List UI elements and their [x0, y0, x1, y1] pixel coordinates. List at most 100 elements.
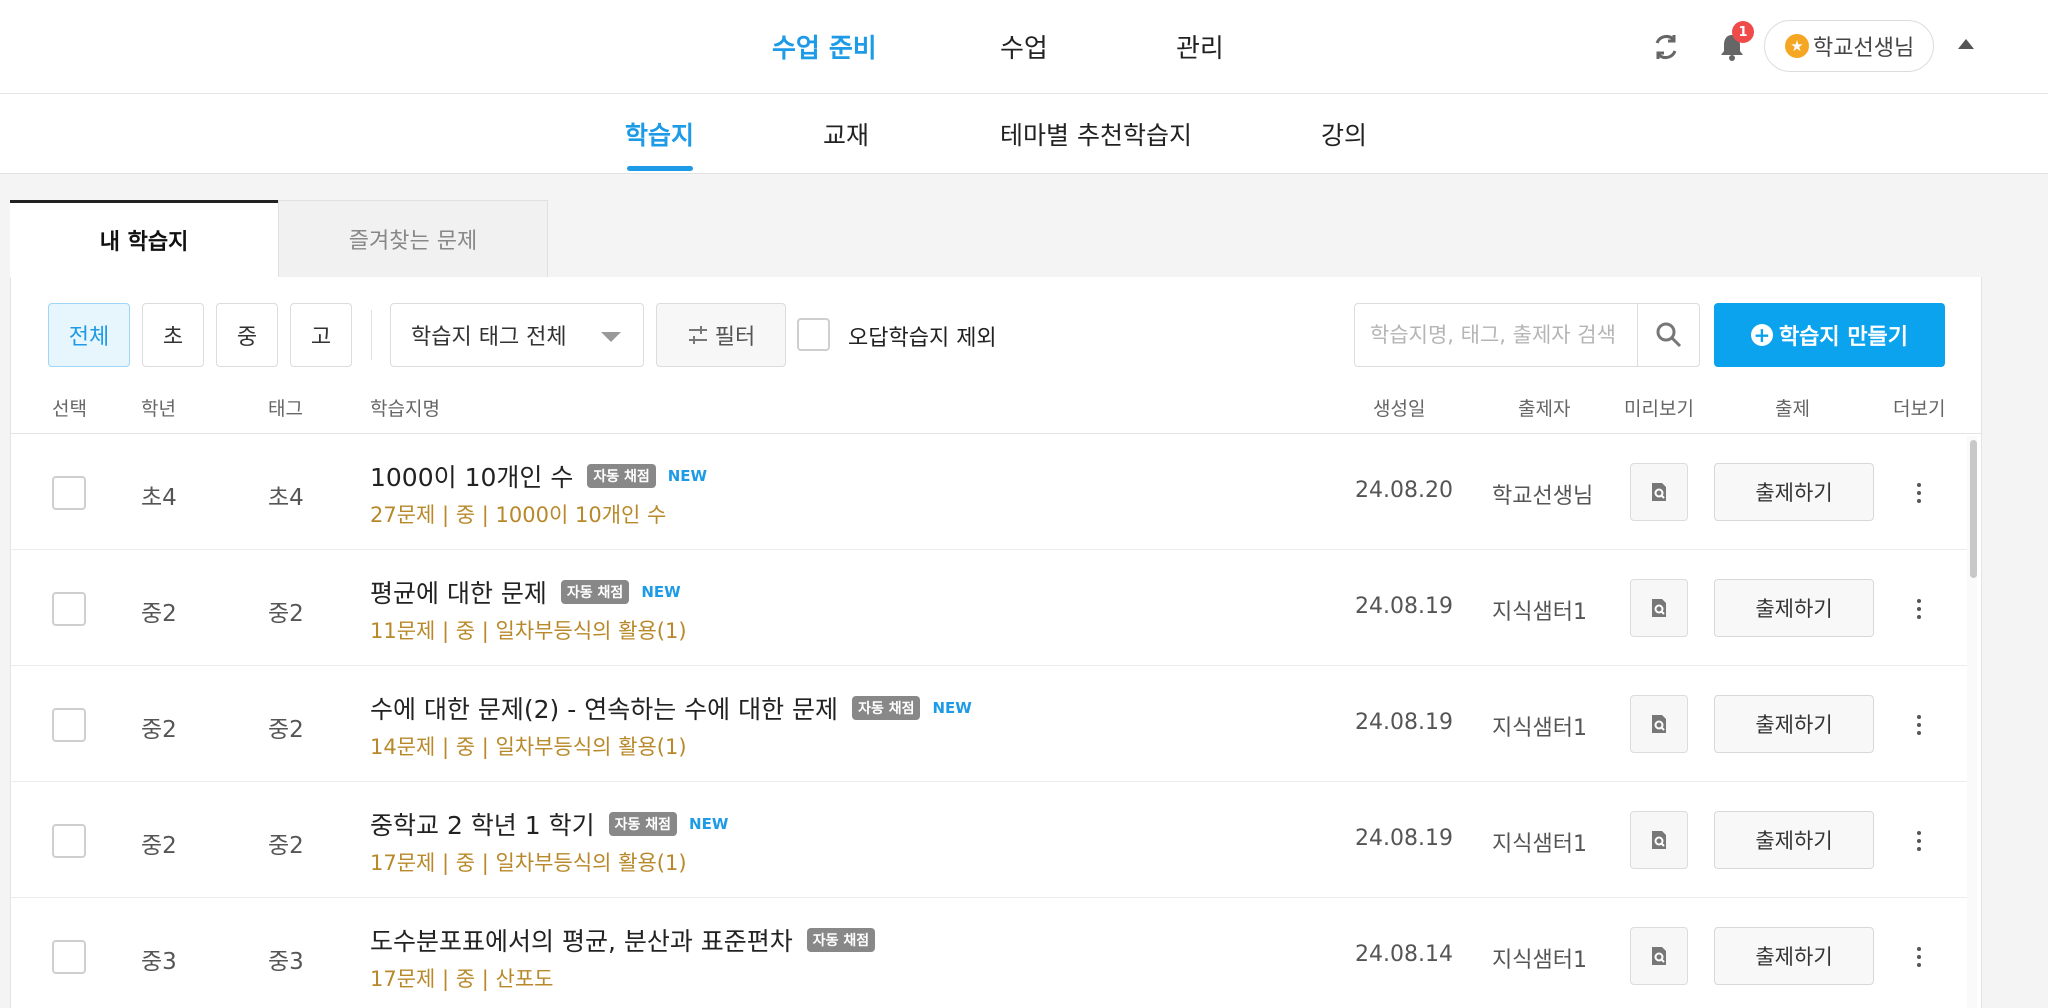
- plus-icon: +: [1750, 324, 1773, 346]
- preview-button[interactable]: [1630, 579, 1688, 637]
- tag-select[interactable]: 학습지 태그 전체: [390, 303, 644, 367]
- tag-select-value: 학습지 태그 전체: [411, 325, 567, 350]
- row-date: 24.08.19: [1355, 710, 1453, 735]
- caret-up-icon[interactable]: [1958, 39, 1974, 49]
- row-select-checkbox[interactable]: [52, 592, 86, 626]
- tab-favorite-questions[interactable]: 즐겨찾는 문제: [278, 200, 548, 277]
- sliders-icon: [688, 326, 707, 344]
- row-select-checkbox[interactable]: [52, 708, 86, 742]
- refresh-button[interactable]: [1646, 27, 1686, 67]
- row-grade: 초4: [141, 485, 177, 511]
- new-badge: NEW: [689, 815, 729, 833]
- sub-nav-lecture[interactable]: 강의: [1321, 116, 1367, 152]
- column-header-assign: 출제: [1775, 398, 1810, 420]
- row-title-wrap[interactable]: 중학교 2 학년 1 학기 자동 채점 NEW: [370, 806, 728, 842]
- row-meta: 17문제 | 중 | 일차부등식의 활용(1): [370, 851, 687, 875]
- preview-icon: [1652, 715, 1666, 733]
- nav-item-class[interactable]: 수업: [1000, 28, 1048, 65]
- row-title-wrap[interactable]: 평균에 대한 문제 자동 채점 NEW: [370, 574, 681, 610]
- row-meta: 14문제 | 중 | 일차부등식의 활용(1): [370, 735, 687, 759]
- row-date: 24.08.14: [1355, 942, 1453, 967]
- row-select-checkbox[interactable]: [52, 824, 86, 858]
- row-meta: 17문제 | 중 | 산포도: [370, 967, 554, 991]
- row-title-wrap[interactable]: 도수분포표에서의 평균, 분산과 표준편차 자동 채점: [370, 922, 876, 958]
- refresh-icon: [1655, 35, 1677, 59]
- column-header-preview: 미리보기: [1624, 398, 1694, 420]
- row-grade: 중2: [141, 601, 177, 627]
- row-tag: 중2: [268, 717, 304, 743]
- assign-button[interactable]: 출제하기: [1714, 695, 1874, 753]
- filter-button[interactable]: 필터: [656, 303, 786, 367]
- assign-button[interactable]: 출제하기: [1714, 579, 1874, 637]
- more-options-button[interactable]: [1910, 824, 1928, 858]
- notification-button[interactable]: 1: [1712, 21, 1754, 67]
- search-box: [1354, 303, 1700, 367]
- scrollbar-thumb[interactable]: [1970, 440, 1977, 578]
- nav-item-manage[interactable]: 관리: [1176, 28, 1224, 65]
- row-tag: 중2: [268, 833, 304, 859]
- auto-grading-badge: 자동 채점: [608, 812, 678, 836]
- row-title: 평균에 대한 문제: [370, 579, 547, 608]
- active-tab-underline: [627, 166, 693, 171]
- row-meta: 27문제 | 중 | 1000이 10개인 수: [370, 503, 667, 527]
- top-navigation-bar: 수업 준비 수업 관리 1 ★ 학교선생님: [0, 0, 2048, 94]
- auto-grading-badge: 자동 채점: [852, 696, 921, 720]
- preview-icon: [1652, 947, 1666, 965]
- assign-button[interactable]: 출제하기: [1714, 463, 1874, 521]
- tab-my-worksheets[interactable]: 내 학습지: [10, 200, 278, 277]
- create-worksheet-label: 학습지 만들기: [1778, 325, 1909, 350]
- row-author: 지식샘터1: [1492, 716, 1587, 741]
- sub-nav-worksheet[interactable]: 학습지: [625, 116, 694, 152]
- user-name: 학교선생님: [1813, 36, 1915, 61]
- row-tag: 초4: [268, 485, 304, 511]
- preview-icon: [1652, 599, 1666, 617]
- row-title: 수에 대한 문제(2) - 연속하는 수에 대한 문제: [370, 695, 839, 724]
- filter-label: 필터: [714, 325, 756, 350]
- new-badge: NEW: [932, 699, 972, 717]
- sub-nav-theme-recommend[interactable]: 테마별 추천학습지: [1000, 116, 1192, 152]
- preview-button[interactable]: [1630, 927, 1688, 985]
- more-options-button[interactable]: [1910, 708, 1928, 742]
- grade-filter-elementary[interactable]: 초: [142, 303, 204, 367]
- exclude-wrong-checkbox[interactable]: [797, 318, 830, 351]
- row-date: 24.08.19: [1355, 826, 1453, 851]
- user-profile-button[interactable]: ★ 학교선생님: [1764, 20, 1934, 72]
- row-grade: 중2: [141, 833, 177, 859]
- more-options-button[interactable]: [1910, 940, 1928, 974]
- assign-button[interactable]: 출제하기: [1714, 927, 1874, 985]
- grade-filter-all[interactable]: 전체: [48, 303, 130, 367]
- row-select-checkbox[interactable]: [52, 940, 86, 974]
- toolbar-divider: [371, 310, 372, 360]
- row-meta: 11문제 | 중 | 일차부등식의 활용(1): [370, 619, 687, 643]
- preview-button[interactable]: [1630, 463, 1688, 521]
- more-options-button[interactable]: [1910, 592, 1928, 626]
- more-options-button[interactable]: [1910, 476, 1928, 510]
- row-title: 중학교 2 학년 1 학기: [370, 811, 595, 840]
- row-select-checkbox[interactable]: [52, 476, 86, 510]
- grade-filter-middle[interactable]: 중: [216, 303, 278, 367]
- search-button[interactable]: [1638, 304, 1700, 366]
- create-worksheet-button[interactable]: + 학습지 만들기: [1714, 303, 1945, 367]
- column-header-created: 생성일: [1373, 398, 1426, 420]
- notification-badge: 1: [1732, 21, 1754, 43]
- assign-button[interactable]: 출제하기: [1714, 811, 1874, 869]
- new-badge: NEW: [641, 583, 681, 601]
- grade-filter-high[interactable]: 고: [290, 303, 352, 367]
- search-icon: [1656, 322, 1682, 348]
- table-row: 초4 초4 1000이 10개인 수 자동 채점 NEW 27문제 | 중 | …: [10, 434, 1970, 550]
- nav-item-class-prep[interactable]: 수업 준비: [772, 28, 877, 65]
- exclude-wrong-label: 오답학습지 제외: [848, 326, 997, 351]
- table-row: 중2 중2 중학교 2 학년 1 학기 자동 채점 NEW 17문제 | 중 |…: [10, 782, 1970, 898]
- star-icon: ★: [1785, 34, 1809, 58]
- row-tag: 중3: [268, 949, 304, 975]
- sub-nav-textbook[interactable]: 교재: [823, 116, 869, 152]
- row-title-wrap[interactable]: 수에 대한 문제(2) - 연속하는 수에 대한 문제 자동 채점 NEW: [370, 690, 972, 726]
- preview-button[interactable]: [1630, 811, 1688, 869]
- row-title-wrap[interactable]: 1000이 10개인 수 자동 채점 NEW: [370, 458, 707, 494]
- auto-grading-badge: 자동 채점: [806, 928, 876, 952]
- row-date: 24.08.19: [1355, 594, 1453, 619]
- preview-button[interactable]: [1630, 695, 1688, 753]
- search-input[interactable]: [1356, 305, 1636, 365]
- preview-icon: [1652, 483, 1666, 501]
- row-grade: 중2: [141, 717, 177, 743]
